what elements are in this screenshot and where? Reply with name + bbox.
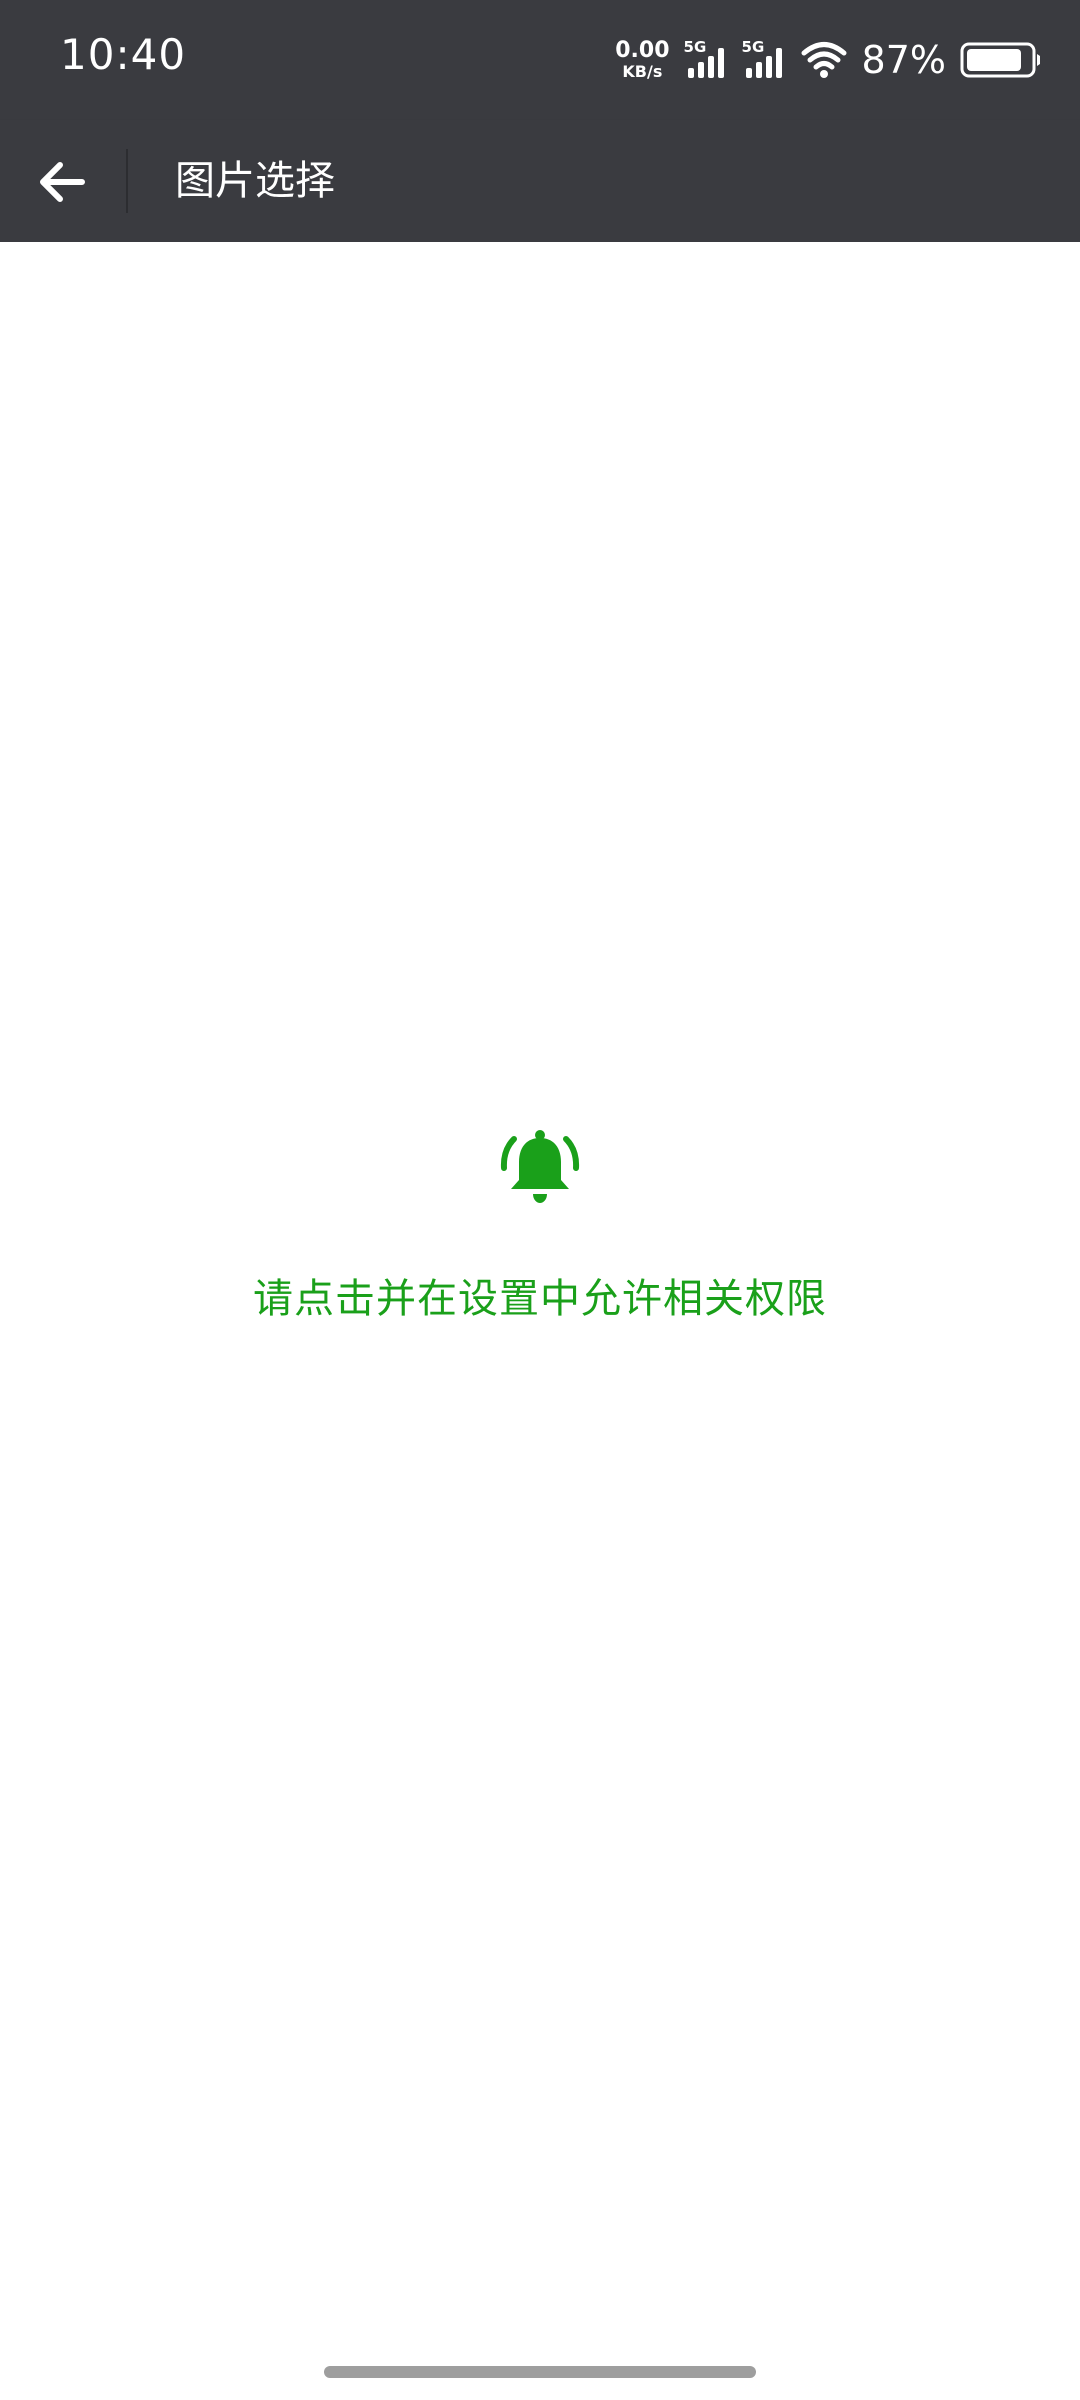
bell-ring-icon[interactable] bbox=[498, 1128, 582, 1212]
sim2-network-type: 5G bbox=[741, 38, 765, 56]
app-bar: 图片选择 bbox=[0, 120, 1080, 242]
status-icons: 0.00 KB/s 5G 5G 87% bbox=[615, 28, 1044, 92]
battery-level-fill bbox=[967, 49, 1021, 71]
status-bar: 10:40 0.00 KB/s 5G 5G 87% bbox=[0, 0, 1080, 120]
battery-icon bbox=[960, 42, 1040, 78]
battery-percentage: 87% bbox=[861, 38, 946, 82]
page-title: 图片选择 bbox=[175, 158, 335, 204]
network-speed: 0.00 KB/s bbox=[615, 40, 669, 80]
wifi-icon bbox=[801, 42, 847, 78]
permission-message[interactable]: 请点击并在设置中允许相关权限 bbox=[0, 1266, 1080, 1324]
network-speed-value: 0.00 bbox=[615, 38, 670, 63]
status-time: 10:40 bbox=[60, 30, 187, 79]
home-indicator[interactable] bbox=[324, 2366, 756, 2378]
app-bar-divider bbox=[126, 149, 128, 213]
arrow-left-icon bbox=[40, 162, 85, 202]
sim1-network-type: 5G bbox=[683, 38, 707, 56]
network-speed-unit: KB/s bbox=[622, 62, 663, 81]
signal-sim2-icon: 5G bbox=[742, 38, 786, 82]
back-button[interactable] bbox=[22, 142, 102, 222]
signal-sim1-icon: 5G bbox=[684, 38, 728, 82]
